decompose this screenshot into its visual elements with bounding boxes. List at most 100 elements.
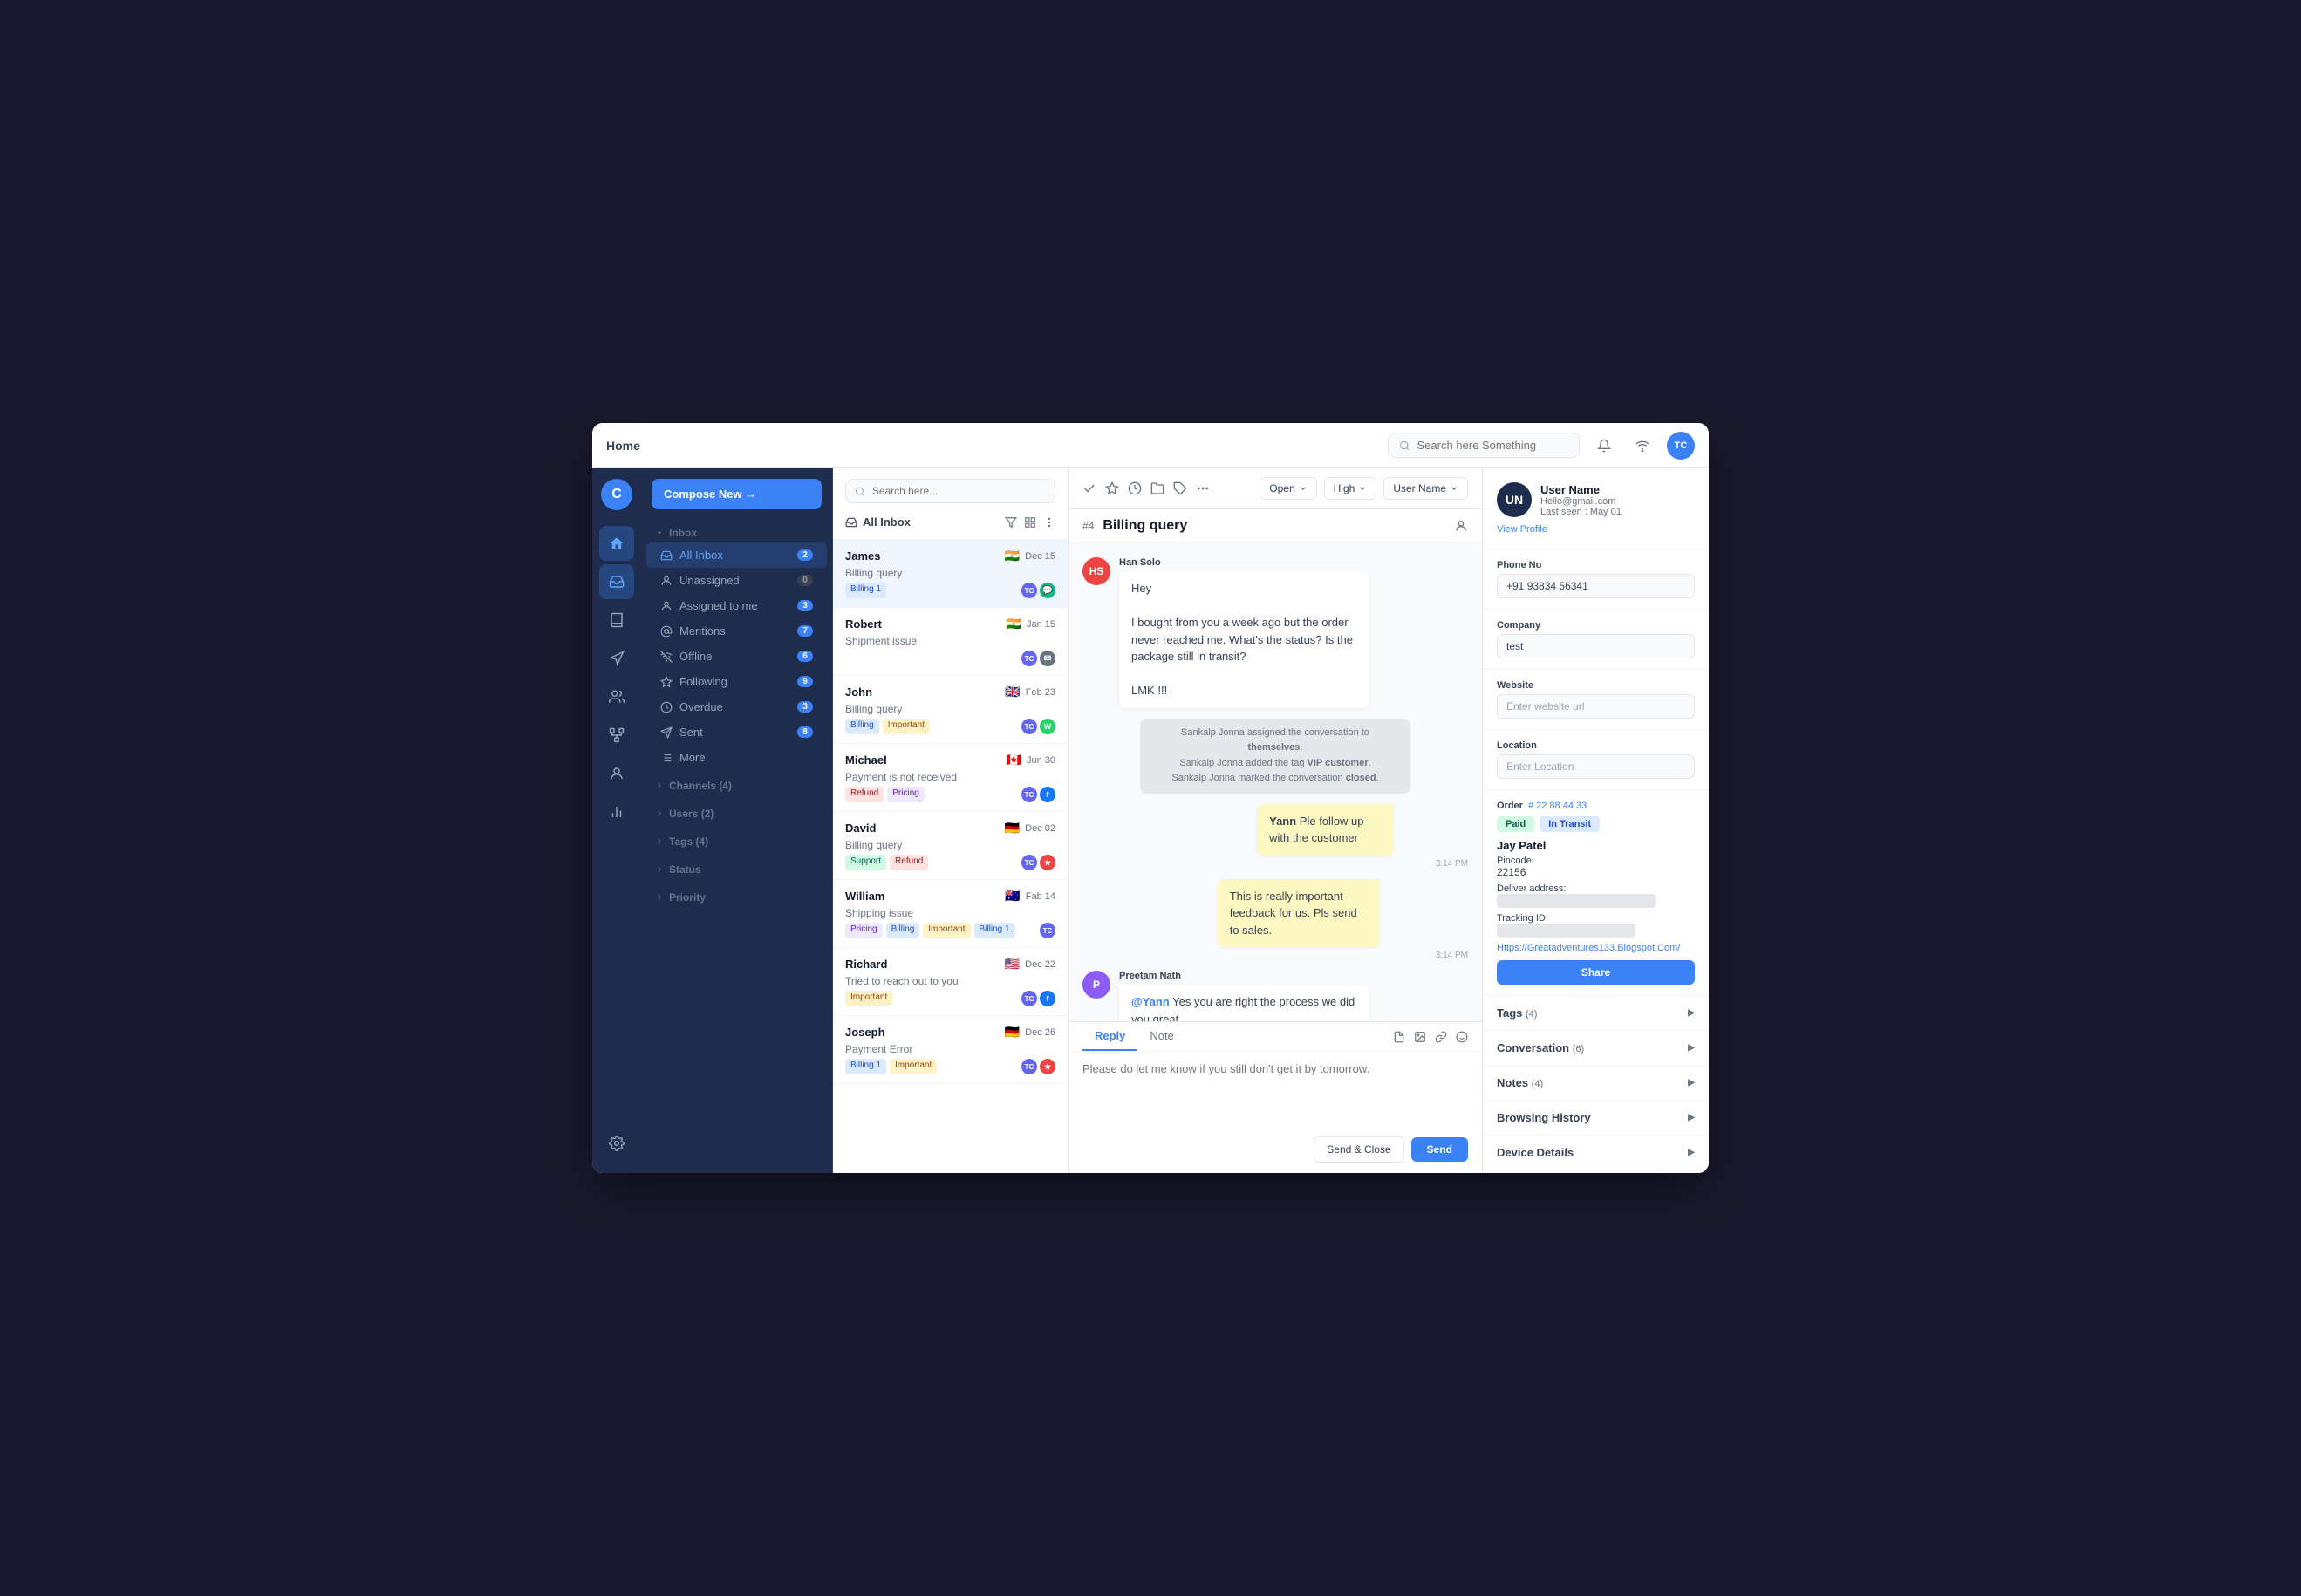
sidebar-item-all-inbox[interactable]: All Inbox 2 (646, 542, 827, 568)
accordion-browsing-header[interactable]: Browsing History ▶ (1483, 1101, 1709, 1135)
chat-toolbar-left (1082, 481, 1210, 495)
tracking-value-placeholder (1497, 924, 1635, 938)
conv-item-joseph[interactable]: Joseph 🇩🇪 Dec 26 Payment Error Billing 1… (833, 1016, 1068, 1084)
nav-contacts[interactable] (599, 679, 634, 714)
sidebar-item-unassigned[interactable]: Unassigned 0 (646, 568, 827, 593)
sidebar-group-priority[interactable]: Priority (641, 885, 832, 910)
sidebar-item-sent[interactable]: Sent 8 (646, 720, 827, 745)
accordion-notes-header[interactable]: Notes (4) ▶ (1483, 1066, 1709, 1100)
assign-user-icon[interactable] (1454, 519, 1468, 533)
sidebar-item-overdue[interactable]: Overdue 3 (646, 694, 827, 720)
sidebar-group-tags[interactable]: Tags (4) (641, 829, 832, 854)
location-value[interactable]: Enter Location (1497, 754, 1695, 779)
view-profile-link[interactable]: View Profile (1497, 524, 1695, 535)
image-icon[interactable] (1414, 1031, 1426, 1043)
note-tab[interactable]: Note (1137, 1022, 1185, 1051)
following-icon (660, 676, 673, 688)
tracking-label: Tracking ID: (1497, 913, 1695, 924)
conv-item-john[interactable]: John 🇬🇧 Feb 23 Billing query Billing Imp… (833, 676, 1068, 744)
tag-paid: Paid (1497, 816, 1534, 832)
conv-item-david[interactable]: David 🇩🇪 Dec 02 Billing query Support Re… (833, 812, 1068, 880)
check-icon[interactable] (1082, 481, 1096, 495)
sidebar-item-more[interactable]: More (646, 745, 827, 770)
conv-item-robert[interactable]: Robert 🇮🇳 Jan 15 Shipment issue TC ✉ (833, 608, 1068, 676)
sidebar-item-assigned-to-me[interactable]: Assigned to me 3 (646, 593, 827, 618)
priority-header[interactable]: Priority (641, 885, 832, 910)
clock-icon[interactable] (1128, 481, 1142, 495)
emoji-icon[interactable] (1456, 1031, 1468, 1043)
right-panel: UN User Name Hello@gmail.com Last seen :… (1482, 468, 1709, 1173)
nav-megaphone[interactable] (599, 641, 634, 676)
pincode-value: 22156 (1497, 866, 1695, 878)
status-header[interactable]: Status (641, 857, 832, 882)
conv-item-william[interactable]: William 🇦🇺 Fab 14 Shipping issue Pricing… (833, 880, 1068, 948)
compose-button[interactable]: Compose New → (652, 479, 822, 509)
sidebar-group-channels[interactable]: Channels (4) (641, 774, 832, 798)
nav-inbox[interactable] (599, 564, 634, 599)
conv-item-michael[interactable]: Michael 🇨🇦 Jun 30 Payment is not receive… (833, 744, 1068, 812)
conv-search-input[interactable] (872, 485, 1046, 497)
unassigned-icon (660, 575, 673, 587)
nav-person[interactable] (599, 756, 634, 791)
nav-analytics[interactable] (599, 795, 634, 829)
nav-settings[interactable] (599, 1126, 634, 1161)
search-input[interactable] (1417, 439, 1568, 452)
sidebar-group-status[interactable]: Status (641, 857, 832, 882)
file-icon[interactable] (1393, 1031, 1405, 1043)
link-icon[interactable] (1435, 1031, 1447, 1043)
send-button[interactable]: Send (1411, 1137, 1468, 1162)
msg-avatar-p: P (1082, 971, 1110, 999)
msg-preetam: P Preetam Nath @Yann Yes you are right t… (1082, 971, 1468, 1021)
channels-header[interactable]: Channels (4) (641, 774, 832, 798)
order-section: Order # 22 88 44 33 Paid In Transit Jay … (1483, 790, 1709, 996)
notifications-button[interactable] (1590, 432, 1618, 460)
sidebar: Compose New → Inbox All Inbox 2 Unassign… (641, 468, 833, 1173)
settings-icon (609, 1136, 625, 1151)
folder-icon[interactable] (1150, 481, 1164, 495)
tracking-link[interactable]: Https://Greatadventures133.Blogspot.Com/ (1497, 943, 1695, 953)
star-icon[interactable] (1105, 481, 1119, 495)
reply-tab[interactable]: Reply (1082, 1022, 1137, 1051)
sidebar-item-mentions[interactable]: Mentions 7 (646, 618, 827, 644)
accordion-tags-header[interactable]: Tags (4) ▶ (1483, 996, 1709, 1030)
accordion-device-header[interactable]: Device Details ▶ (1483, 1136, 1709, 1170)
more-horiz-icon[interactable] (1196, 481, 1210, 495)
grid-icon[interactable] (1024, 516, 1036, 529)
dropdown-icon (1299, 484, 1308, 493)
tags-header[interactable]: Tags (4) (641, 829, 832, 854)
priority-button[interactable]: High (1324, 477, 1377, 500)
chat-id: #4 (1082, 520, 1094, 532)
conv-item-james[interactable]: James 🇮🇳 Dec 15 Billing query Billing 1 … (833, 540, 1068, 608)
user-profile: UN User Name Hello@gmail.com Last seen :… (1483, 468, 1709, 549)
user-avatar[interactable]: TC (1667, 432, 1695, 460)
assigned-button[interactable]: User Name (1383, 477, 1468, 500)
conv-item-richard[interactable]: Richard 🇺🇸 Dec 22 Tried to reach out to … (833, 948, 1068, 1016)
website-value[interactable]: Enter website url (1497, 694, 1695, 719)
nav-home[interactable] (599, 526, 634, 561)
system-msg: Sankalp Jonna assigned the conversation … (1140, 719, 1410, 794)
chat-messages: HS Han Solo Hey I bought from you a week… (1069, 543, 1482, 1021)
sidebar-group-users[interactable]: Users (2) (641, 801, 832, 826)
reply-textarea[interactable] (1082, 1062, 1468, 1115)
share-button[interactable]: Share (1497, 960, 1695, 985)
send-close-button[interactable]: Send & Close (1314, 1136, 1403, 1163)
phone-field-group: Phone No +91 93834 56341 (1483, 549, 1709, 610)
tag-icon[interactable] (1173, 481, 1187, 495)
nav-book[interactable] (599, 603, 634, 638)
users-header[interactable]: Users (2) (641, 801, 832, 826)
open-status-button[interactable]: Open (1260, 477, 1316, 500)
chat-header: #4 Billing query (1069, 509, 1482, 543)
accordion-conv-header[interactable]: Conversation (6) ▶ (1483, 1031, 1709, 1065)
conv-items: James 🇮🇳 Dec 15 Billing query Billing 1 … (833, 540, 1068, 1173)
chat-reply-area: Reply Note Send & Close (1069, 1021, 1482, 1173)
conv-search[interactable] (845, 479, 1055, 503)
filter-icon[interactable] (1005, 516, 1017, 529)
global-search[interactable] (1388, 433, 1580, 458)
inbox-section[interactable]: Inbox (641, 523, 832, 542)
more-vert-icon[interactable] (1043, 516, 1055, 529)
chevron-right-icon2 (655, 809, 664, 818)
sidebar-item-offline[interactable]: Offline 6 (646, 644, 827, 669)
wifi-button[interactable] (1628, 432, 1656, 460)
nav-network[interactable] (599, 718, 634, 753)
sidebar-item-following[interactable]: Following 9 (646, 669, 827, 694)
